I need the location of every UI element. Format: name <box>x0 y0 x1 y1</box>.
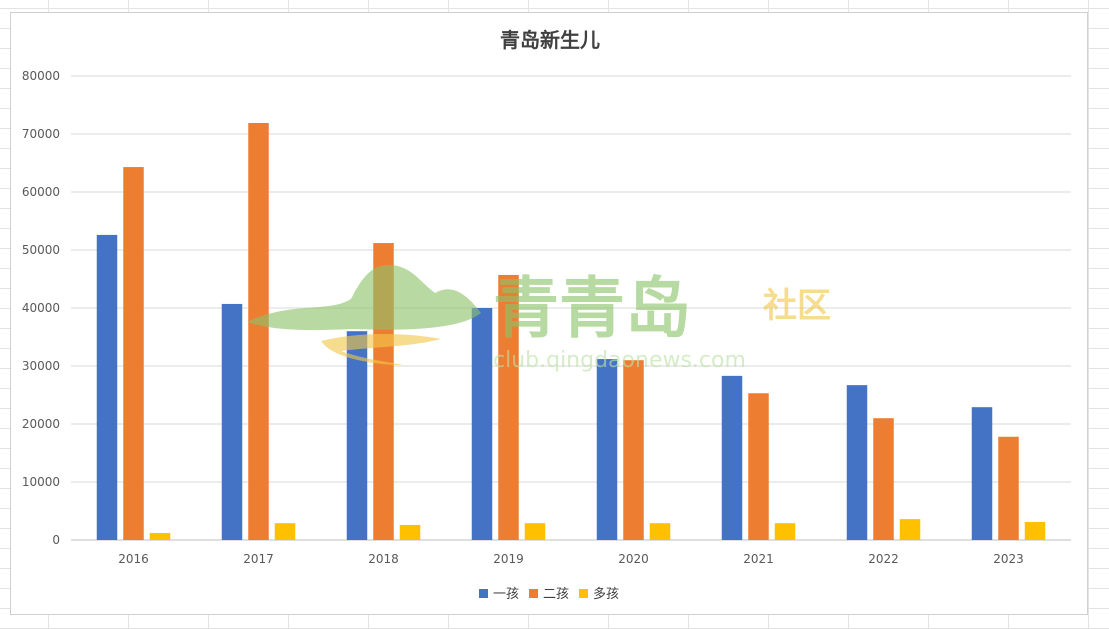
bar-2019-一孩[interactable] <box>471 308 493 540</box>
x-tick-label: 2021 <box>743 552 774 566</box>
y-tick-label: 30000 <box>22 359 60 373</box>
bar-2016-一孩[interactable] <box>96 234 118 541</box>
y-axis-tick-labels: 0 10000 20000 30000 40000 50000 60000 70000 8000… <box>22 69 60 547</box>
chart-title: 青岛新生儿 <box>500 28 600 52</box>
x-tick-label: 2019 <box>493 552 524 566</box>
y-tick-label: 40000 <box>22 301 60 315</box>
bar-2020-二孩[interactable] <box>623 360 644 540</box>
legend-label: 二孩 <box>543 587 569 602</box>
chart-container[interactable]: 青岛新生儿 0 10000 20000 30000 40000 50000 60000 700… <box>10 12 1088 615</box>
legend-label: 一孩 <box>493 587 519 602</box>
watermark-brand: 青青岛 <box>493 270 691 347</box>
x-tick-label: 2017 <box>243 552 274 566</box>
y-tick-label: 80000 <box>22 69 60 83</box>
x-tick-label: 2018 <box>368 552 399 566</box>
y-tick-label: 20000 <box>22 417 60 431</box>
x-tick-label: 2023 <box>993 552 1024 566</box>
legend-label: 多孩 <box>593 586 619 602</box>
bar-2017-二孩[interactable] <box>248 122 269 540</box>
bar-2016-二孩[interactable] <box>123 167 144 540</box>
bar-2019-多孩[interactable] <box>524 523 546 540</box>
bar-2023-二孩[interactable] <box>998 436 1019 540</box>
bar-2018-一孩[interactable] <box>346 331 368 540</box>
watermark-suffix: 社区 <box>763 286 831 326</box>
legend-swatch <box>529 589 538 598</box>
y-tick-label: 70000 <box>22 127 60 141</box>
x-tick-label: 2016 <box>118 552 149 566</box>
y-tick-label: 10000 <box>22 475 60 489</box>
y-tick-label: 0 <box>52 533 60 547</box>
bar-2022-多孩[interactable] <box>899 519 921 540</box>
bar-2018-多孩[interactable] <box>399 524 421 540</box>
bar-2023-多孩[interactable] <box>1024 522 1046 540</box>
bar-2020-多孩[interactable] <box>649 523 671 540</box>
legend: 一孩 二孩 多孩 <box>479 586 619 602</box>
bar-2021-二孩[interactable] <box>748 393 769 540</box>
bar-2017-一孩[interactable] <box>221 303 243 540</box>
bar-2023-一孩[interactable] <box>971 407 993 540</box>
watermark-url: club.qingdaonews.com <box>493 348 746 373</box>
bar-2017-多孩[interactable] <box>274 523 296 540</box>
bar-2021-多孩[interactable] <box>774 523 796 540</box>
watermark: 青青岛 社区 club.qingdaonews.com <box>247 265 831 373</box>
bar-2022-二孩[interactable] <box>873 418 894 540</box>
x-axis-tick-labels: 2016 2017 2018 2019 2020 2021 2022 2023 <box>118 552 1024 566</box>
bar-2016-多孩[interactable] <box>149 533 171 540</box>
y-tick-label: 60000 <box>22 185 60 199</box>
bar-2021-一孩[interactable] <box>721 375 743 540</box>
x-tick-label: 2022 <box>868 552 899 566</box>
bar-2022-一孩[interactable] <box>846 385 868 540</box>
legend-swatch <box>579 589 588 598</box>
bar-chart: 青岛新生儿 0 10000 20000 30000 40000 50000 60000 700… <box>22 28 1071 602</box>
x-tick-label: 2020 <box>618 552 649 566</box>
y-tick-label: 50000 <box>22 243 60 257</box>
bar-2020-一孩[interactable] <box>596 359 618 540</box>
legend-swatch <box>479 589 488 598</box>
